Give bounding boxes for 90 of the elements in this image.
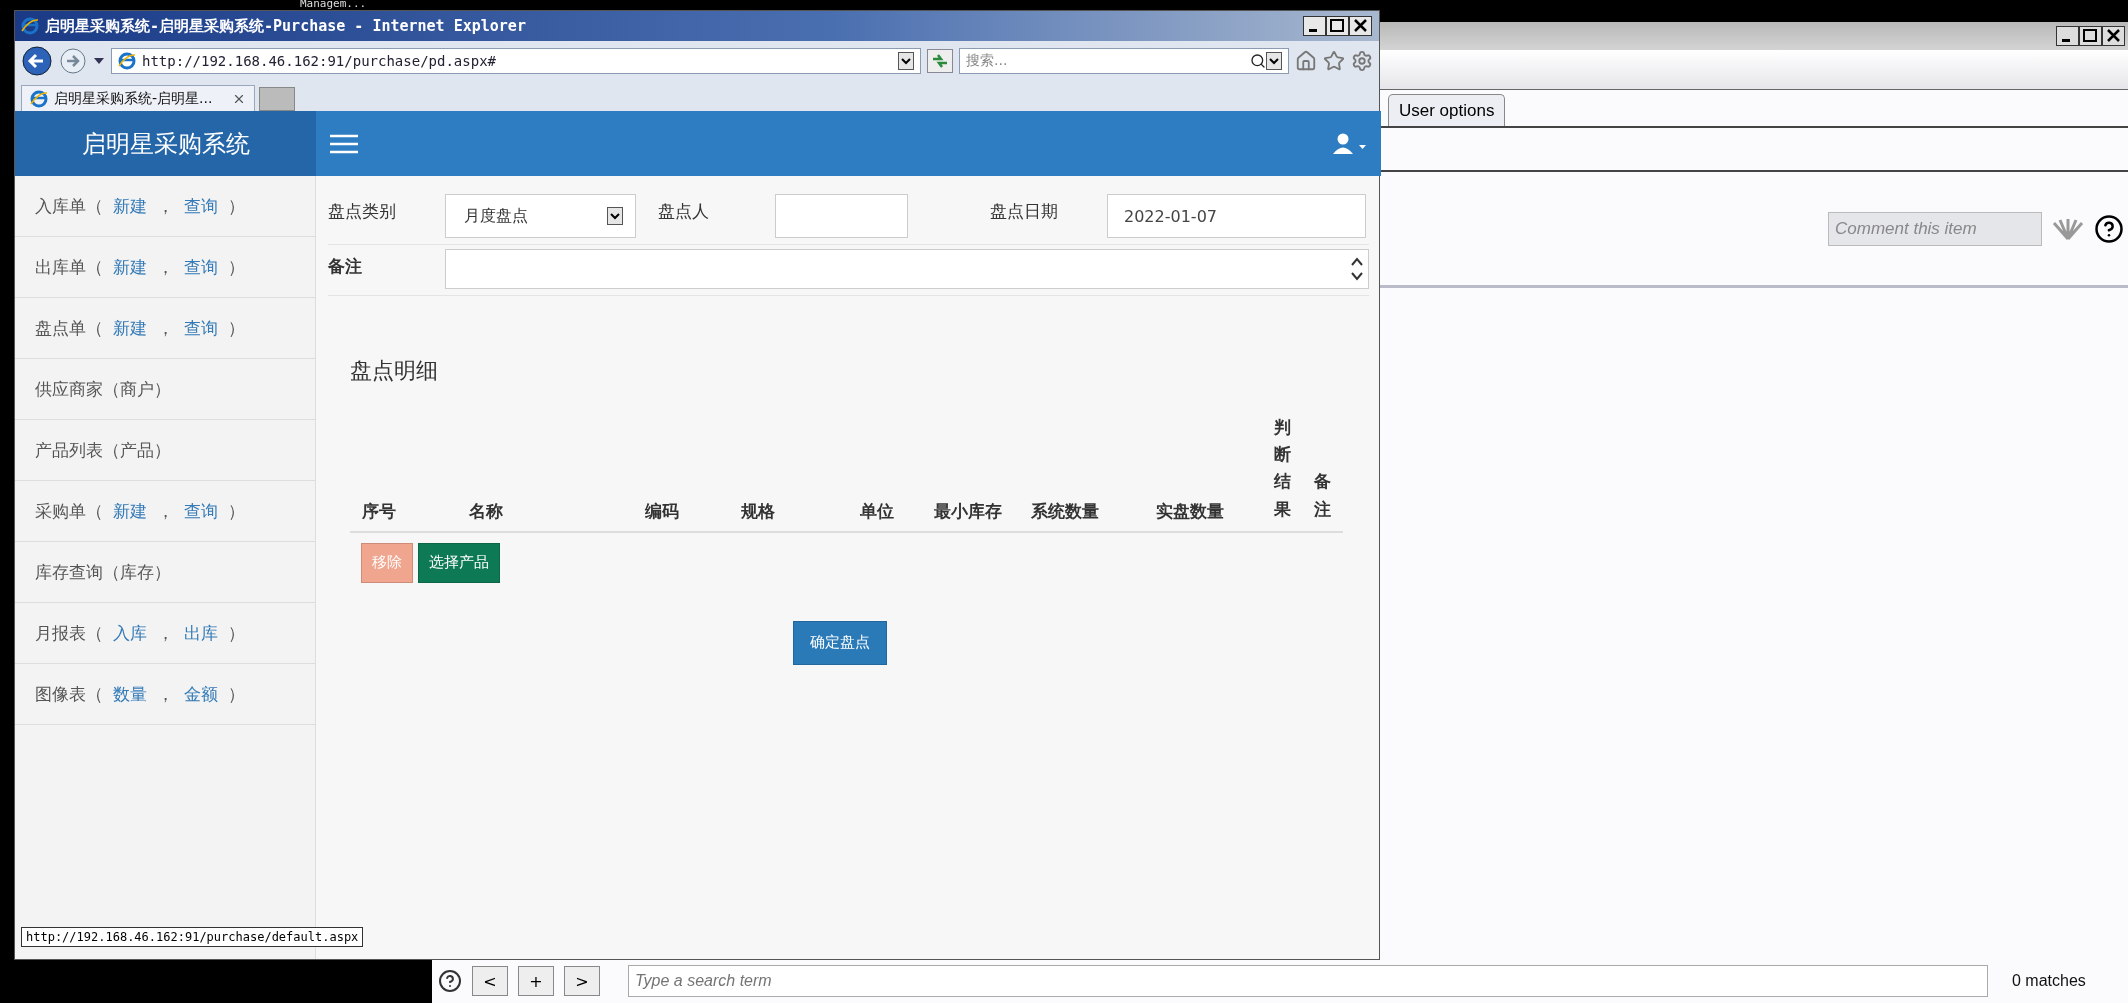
category-select[interactable]: 月度盘点 (445, 194, 636, 238)
nav-link[interactable]: 数量 (113, 682, 147, 706)
nav-link[interactable]: 新建 (113, 255, 147, 279)
nav-label: 出库单（ (35, 255, 103, 279)
nav-link[interactable]: 金额 (184, 682, 218, 706)
nav-label: 采购单（ (35, 499, 103, 523)
dropdown-icon[interactable] (1266, 52, 1282, 70)
separator: ， (157, 499, 174, 523)
column-header: 判断结果 (1274, 416, 1292, 521)
section-title: 盘点明细 (350, 357, 439, 385)
nav-label: 盘点单（ (35, 316, 103, 340)
nav-button[interactable]: + (518, 966, 554, 996)
home-icon[interactable] (1295, 50, 1317, 72)
nav-label: 图像表（ (35, 682, 103, 706)
column-header: 备注 (1313, 470, 1332, 521)
column-header: 名称 (469, 499, 504, 523)
forward-icon[interactable] (59, 47, 87, 75)
browser-logo-icon (30, 89, 48, 108)
refresh-icon[interactable] (927, 49, 953, 73)
brand-title: 启明星采购系统 (15, 111, 316, 176)
field-label: 盘点人 (658, 200, 710, 223)
nav-link[interactable]: 查询 (184, 316, 218, 340)
column-header: 规格 (741, 499, 776, 523)
dropdown-icon[interactable] (93, 56, 105, 66)
field-label: 盘点日期 (990, 200, 1059, 223)
window-controls-icon[interactable] (2056, 26, 2126, 46)
nav-link[interactable]: 出库 (184, 621, 218, 645)
nav-label: 入库单（ (35, 194, 103, 218)
column-header: 单位 (860, 499, 895, 523)
browser-logo-icon (21, 17, 39, 35)
help-icon[interactable] (2094, 213, 2124, 244)
address-field[interactable]: http://192.168.46.162:91/purchase/pd.aspx# (111, 48, 921, 74)
spin-icon[interactable] (1350, 255, 1365, 283)
nav-label: ） (228, 621, 245, 645)
nav-link[interactable]: 新建 (113, 499, 147, 523)
window-title: 启明星采购系统-启明星采购系统-Purchase - Internet Explorer (45, 16, 527, 36)
nav-link[interactable]: 新建 (113, 194, 147, 218)
column-header: 编码 (645, 499, 680, 523)
search-field[interactable]: 搜索... (959, 48, 1289, 74)
column-header: 序号 (362, 499, 397, 523)
status-url: http://192.168.46.162:91/purchase/default.aspx (21, 927, 364, 947)
window-controls-icon[interactable] (1303, 16, 1373, 36)
nav-link[interactable]: 查询 (184, 499, 218, 523)
separator: ， (157, 682, 174, 706)
date-field[interactable]: 2022-01-07 (1107, 194, 1366, 238)
column-header: 实盘数量 (1156, 499, 1225, 523)
menu-icon[interactable] (330, 133, 358, 154)
tab[interactable]: User options (1388, 94, 1506, 126)
browser-logo-icon (118, 52, 136, 70)
nav-label: ） (228, 499, 245, 523)
nav-link[interactable]: 查询 (184, 194, 218, 218)
column-header: 系统数量 (1031, 499, 1100, 523)
comment-field[interactable]: Comment this item (1828, 211, 2042, 246)
nav-button[interactable]: > (564, 966, 600, 996)
note-field[interactable] (445, 249, 1370, 289)
favorites-icon[interactable] (1323, 50, 1345, 72)
nav-link[interactable]: 新建 (113, 316, 147, 340)
confirm-button[interactable]: 确定盘点 (793, 620, 887, 665)
search-icon[interactable] (1250, 53, 1266, 69)
column-header: 最小库存 (934, 499, 1003, 523)
nav-link[interactable]: 查询 (184, 255, 218, 279)
nav-label: ） (228, 682, 245, 706)
help-icon[interactable] (438, 969, 462, 993)
nav-item[interactable]: 产品列表（产品） (35, 438, 171, 462)
dropdown-icon[interactable] (607, 207, 623, 225)
back-icon[interactable] (21, 45, 53, 77)
nav-label: 月报表（ (35, 621, 103, 645)
search-field[interactable]: Type a search term (628, 965, 1988, 997)
nav-link[interactable]: 入库 (113, 621, 147, 645)
match-count: 0 matches (2012, 972, 2086, 990)
nav-label: ） (228, 316, 245, 340)
nav-item[interactable]: 库存查询（库存） (35, 560, 171, 584)
separator: ， (157, 194, 174, 218)
person-field[interactable] (775, 194, 908, 238)
field-label: 备注 (328, 255, 363, 278)
new-tab-button[interactable] (259, 87, 296, 111)
dropdown-icon[interactable] (898, 52, 914, 70)
user-menu-icon[interactable] (1333, 132, 1368, 155)
nav-button[interactable]: < (472, 966, 508, 996)
nav-label: ） (228, 255, 245, 279)
field-label: 盘点类别 (328, 200, 397, 223)
separator: ， (157, 621, 174, 645)
settings-icon[interactable] (1351, 50, 1373, 72)
browser-tab[interactable]: 启明星采购系统-启明星... (21, 85, 256, 111)
nav-item[interactable]: 供应商家（商户） (35, 377, 171, 401)
separator: ， (157, 316, 174, 340)
nav-label: ） (228, 194, 245, 218)
fan-icon[interactable] (2052, 216, 2084, 241)
select-product-button[interactable]: 选择产品 (418, 542, 500, 583)
separator: ， (157, 255, 174, 279)
